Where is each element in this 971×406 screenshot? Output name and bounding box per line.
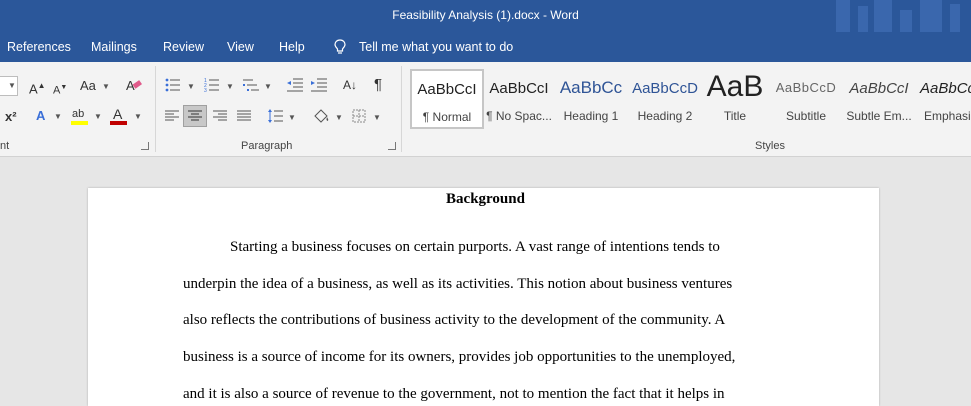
title-bar: Feasibility Analysis (1).docx - Word	[0, 0, 971, 32]
borders-icon[interactable]	[352, 109, 366, 123]
style-subtitle[interactable]: AaBbCcD Subtitle	[771, 70, 841, 126]
paragraph-group-label: Paragraph	[241, 140, 293, 152]
tab-help[interactable]: Help	[279, 40, 305, 54]
tab-mailings[interactable]: Mailings	[91, 40, 137, 54]
increase-indent-icon[interactable]	[311, 77, 327, 93]
chevron-down-icon: ▼	[226, 82, 234, 91]
grow-font-button[interactable]: A▲	[29, 78, 46, 97]
numbering-icon[interactable]: 1 2 3	[204, 77, 220, 93]
chevron-down-icon: ▼	[94, 112, 102, 121]
style-sample: AaBbCcI	[920, 80, 971, 97]
font-size-box[interactable]: ▼	[0, 76, 18, 96]
style-name: ¶ No Spac...	[486, 109, 552, 123]
sort-button[interactable]: A↓	[343, 77, 357, 93]
shrink-font-button[interactable]: A▼	[53, 80, 67, 99]
chevron-down-icon: ▼	[335, 113, 343, 122]
justify-icon[interactable]	[237, 110, 251, 122]
style-name: Heading 1	[563, 109, 619, 123]
styles-group-label: Styles	[755, 140, 785, 152]
style-name: Emphasis	[924, 109, 971, 123]
document-paragraph-line: business is a source of income for its o…	[183, 349, 736, 365]
align-right-icon[interactable]	[213, 110, 227, 122]
highlight-color-bar	[71, 121, 88, 125]
style-title[interactable]: AaB Title	[700, 70, 770, 126]
document-paragraph-line: also reflects the contributions of busin…	[183, 312, 726, 328]
style-sample: AaBbCcI	[849, 80, 909, 97]
window-title: Feasibility Analysis (1).docx - Word	[392, 8, 579, 22]
font-dialog-launcher[interactable]	[141, 142, 149, 150]
align-left-icon[interactable]	[165, 110, 179, 122]
grow-font-label: A	[29, 81, 38, 97]
style-subtle-emphasis[interactable]: AaBbCcI Subtle Em...	[842, 70, 916, 126]
svg-text:3: 3	[204, 88, 207, 93]
tell-me-search[interactable]: Tell me what you want to do	[359, 40, 513, 54]
document-page[interactable]	[88, 188, 879, 406]
font-color-bar	[110, 121, 127, 125]
clear-formatting-icon[interactable]: A	[125, 76, 143, 94]
change-case-button[interactable]: Aa	[80, 78, 96, 94]
style-sample: AaBbCcI	[489, 80, 549, 97]
shading-icon[interactable]	[312, 107, 330, 125]
lightbulb-icon	[334, 39, 346, 54]
chevron-down-icon: ▼	[288, 113, 296, 122]
chevron-down-icon: ▼	[264, 82, 272, 91]
chevron-down-icon: ▼	[373, 113, 381, 122]
paragraph-dialog-launcher[interactable]	[388, 142, 396, 150]
style-sample: AaB	[706, 70, 764, 103]
line-spacing-icon[interactable]	[267, 108, 283, 124]
style-heading-2[interactable]: AaBbCcD Heading 2	[630, 70, 700, 126]
show-formatting-marks-button[interactable]: ¶	[374, 77, 382, 93]
text-effects-button[interactable]: A	[36, 108, 45, 124]
highlight-button[interactable]: ab	[72, 106, 84, 122]
document-paragraph-line: underpin the idea of a business, as well…	[183, 276, 733, 292]
style-sample: AaBbCc	[559, 78, 623, 97]
tab-view[interactable]: View	[227, 40, 254, 54]
styles-gallery: AaBbCcI ¶ Normal AaBbCcI ¶ No Spac... Aa…	[408, 68, 971, 129]
document-heading: Background	[446, 191, 525, 207]
chevron-down-icon: ▼	[102, 82, 110, 91]
style-sample: AaBbCcD	[775, 80, 837, 95]
chevron-down-icon: ▼	[8, 81, 16, 90]
style-name: Heading 2	[637, 109, 693, 123]
style-name: Subtitle	[785, 109, 827, 123]
font-color-button[interactable]: A	[113, 106, 122, 122]
tab-references[interactable]: References	[7, 40, 71, 54]
multilevel-list-icon[interactable]	[243, 77, 259, 93]
style-normal[interactable]: AaBbCcI ¶ Normal	[410, 69, 484, 129]
font-group-label: nt	[0, 140, 10, 152]
style-name: Title	[723, 109, 747, 123]
style-no-spacing[interactable]: AaBbCcI ¶ No Spac...	[484, 70, 554, 126]
tab-review[interactable]: Review	[163, 40, 204, 54]
style-sample: AaBbCcD	[632, 80, 698, 97]
style-heading-1[interactable]: AaBbCc Heading 1	[556, 70, 626, 126]
document-paragraph-line: and it is also a source of revenue to th…	[183, 386, 725, 402]
style-name: ¶ Normal	[422, 110, 472, 124]
group-divider	[155, 66, 156, 152]
document-paragraph-line: Starting a business focuses on certain p…	[230, 239, 720, 255]
style-sample: AaBbCcI	[417, 81, 477, 98]
bullets-icon[interactable]	[165, 77, 181, 93]
superscript-button[interactable]: x²	[5, 109, 17, 125]
chevron-down-icon: ▼	[187, 82, 195, 91]
ribbon-tab-bar: References Mailings Review View Help Tel…	[0, 32, 971, 62]
chevron-down-icon: ▼	[134, 112, 142, 121]
style-emphasis[interactable]: AaBbCcI Emphasis	[918, 70, 971, 126]
decrease-indent-icon[interactable]	[287, 77, 303, 93]
group-divider	[401, 66, 402, 152]
change-case-label: Aa	[80, 78, 96, 93]
style-name: Subtle Em...	[846, 109, 912, 123]
align-center-icon	[188, 110, 202, 121]
chevron-down-icon: ▼	[54, 112, 62, 121]
